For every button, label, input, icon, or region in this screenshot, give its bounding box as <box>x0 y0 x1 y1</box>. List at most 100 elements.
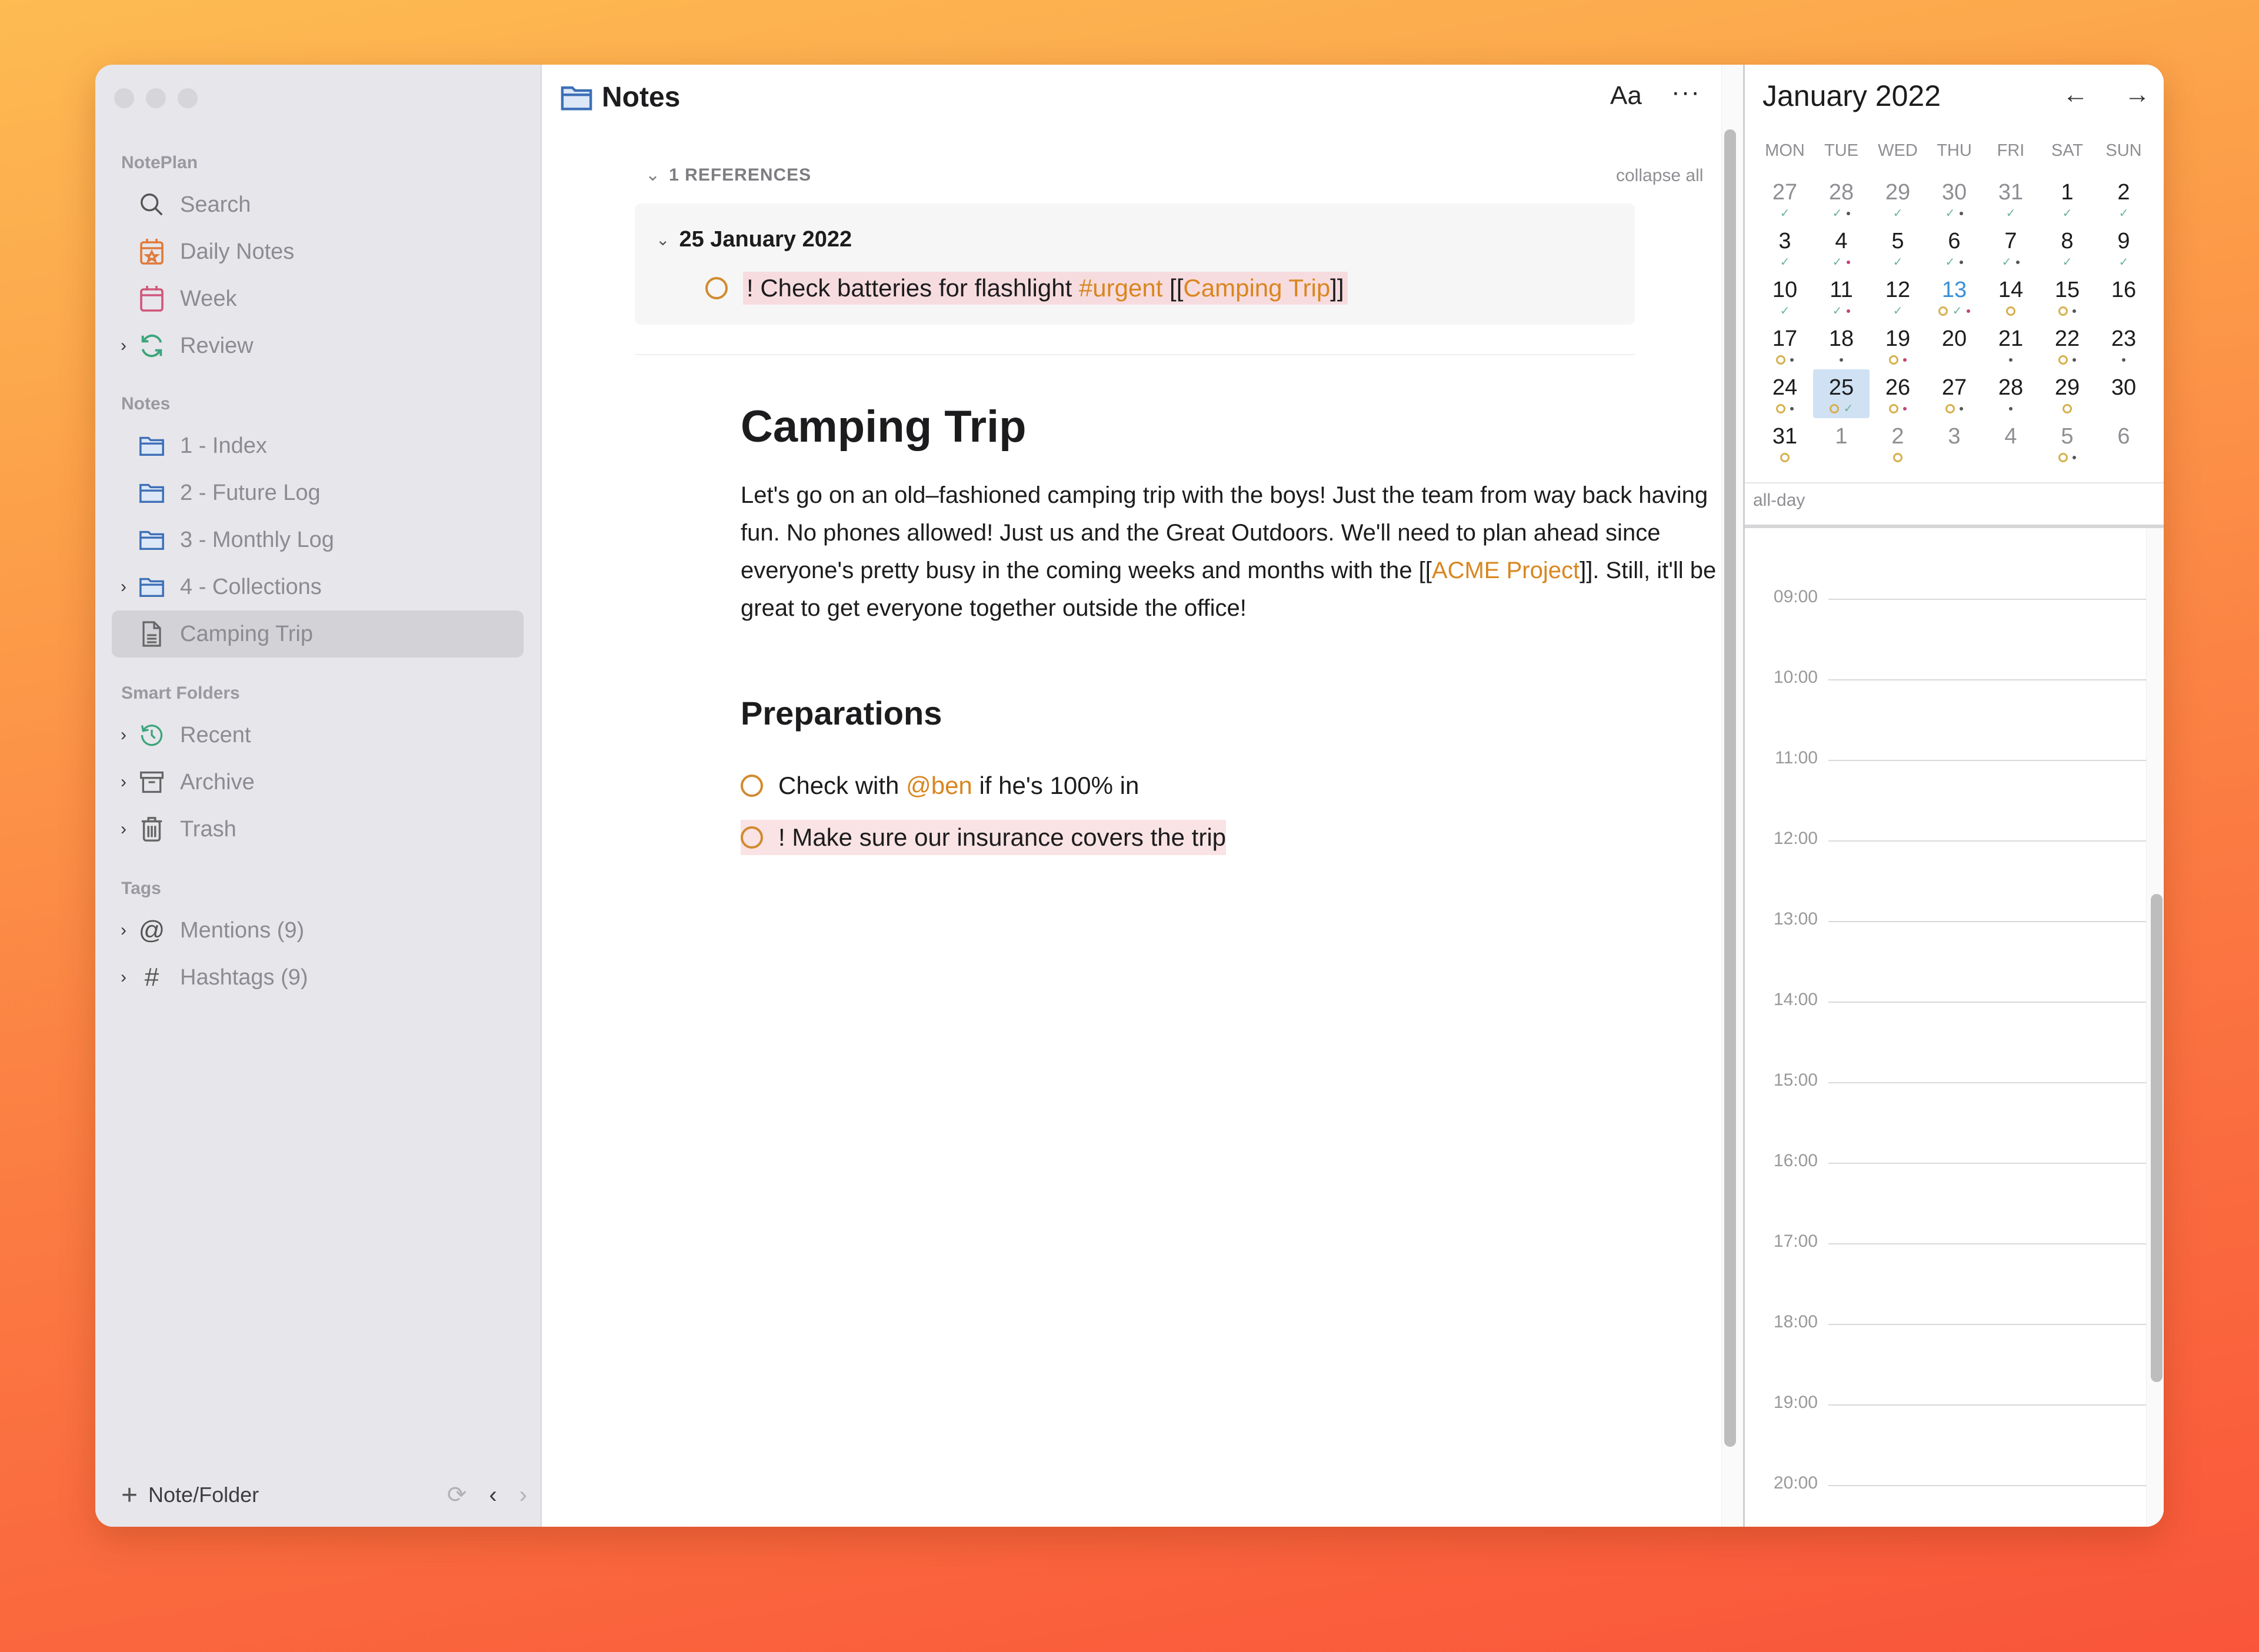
chevron-right-icon[interactable]: › <box>112 819 135 839</box>
calendar-day[interactable]: 19 <box>1870 321 1926 369</box>
sidebar-item-week[interactable]: Week <box>112 275 524 322</box>
calendar-day[interactable]: 5 ✓ <box>1870 223 1926 272</box>
calendar-day[interactable]: 12 ✓ <box>1870 272 1926 321</box>
sidebar-item-future-log[interactable]: 2 - Future Log <box>112 469 524 516</box>
calendar-day[interactable]: 4 <box>1983 418 2039 467</box>
reference-date-toggle[interactable]: ⌄ 25 January 2022 <box>656 227 852 252</box>
calendar-day[interactable]: 29 ✓ <box>1870 174 1926 223</box>
calendar-day[interactable]: 2 ✓ <box>2095 174 2152 223</box>
day-indicators <box>1926 355 1983 365</box>
calendar-day[interactable]: 14 <box>1983 272 2039 321</box>
calendar-day[interactable]: 29 <box>2039 369 2095 418</box>
calendar-day-selected[interactable]: 25 ✓ <box>1813 369 1870 418</box>
calendar-day[interactable]: 23 <box>2095 321 2152 369</box>
task-checkbox[interactable] <box>705 277 728 299</box>
calendar-day[interactable]: 7 ✓ <box>1983 223 2039 272</box>
chevron-right-icon[interactable]: › <box>112 725 135 745</box>
section-heading[interactable]: Preparations <box>741 694 942 732</box>
calendar-day[interactable]: 30 ✓ <box>1926 174 1983 223</box>
task-text[interactable]: Check with @ben if he's 100% in <box>778 768 1139 803</box>
sidebar-item-search[interactable]: Search <box>112 181 524 228</box>
calendar-day[interactable]: 2 <box>1870 418 1926 467</box>
calendar-day[interactable]: 10 ✓ <box>1757 272 1813 321</box>
done-task-indicator-icon: ✓ <box>1832 305 1842 318</box>
calendar-day-today[interactable]: 13 ✓ <box>1926 272 1983 321</box>
calendar-day[interactable]: 31 <box>1757 418 1813 467</box>
calendar-day[interactable]: 28 <box>1983 369 2039 418</box>
day-number: 27 <box>1772 180 1798 205</box>
zoom-window-button[interactable] <box>178 88 198 108</box>
calendar-day[interactable]: 26 <box>1870 369 1926 418</box>
sidebar-item-hashtags[interactable]: › # Hashtags (9) <box>112 954 524 1001</box>
note-title[interactable]: Camping Trip <box>741 401 1027 452</box>
sidebar-item-review[interactable]: › Review <box>112 322 524 369</box>
back-button[interactable]: ‹ <box>489 1482 497 1509</box>
chevron-right-icon[interactable]: › <box>112 336 135 356</box>
sidebar-item-daily-notes[interactable]: Daily Notes <box>112 228 524 275</box>
references-toggle[interactable]: ⌄ 1 REFERENCES <box>645 165 811 185</box>
calendar-day[interactable]: 1 <box>1813 418 1870 467</box>
task-text[interactable]: ! Make sure our insurance covers the tri… <box>778 820 1226 855</box>
chevron-right-icon[interactable]: › <box>112 772 135 792</box>
sidebar-item-recent[interactable]: › Recent <box>112 712 524 759</box>
task-text[interactable]: ! Check batteries for flashlight #urgent… <box>743 272 1348 305</box>
calendar-day[interactable]: 21 <box>1983 321 2039 369</box>
calendar-day[interactable]: 20 <box>1926 321 1983 369</box>
mention-link[interactable]: @ben <box>906 772 972 799</box>
note-link[interactable]: ACME Project <box>1432 558 1580 583</box>
editor-scrollbar-thumb[interactable] <box>1724 129 1736 1447</box>
note-link[interactable]: Camping Trip <box>1183 274 1330 302</box>
calendar-day[interactable]: 31 ✓ <box>1983 174 2039 223</box>
calendar-day[interactable]: 22 <box>2039 321 2095 369</box>
calendar-day[interactable]: 4 ✓ <box>1813 223 1870 272</box>
calendar-day[interactable]: 17 <box>1757 321 1813 369</box>
calendar-day[interactable]: 18 <box>1813 321 1870 369</box>
calendar-day[interactable]: 5 <box>2039 418 2095 467</box>
calendar-scrollbar-thumb[interactable] <box>2151 894 2163 1382</box>
task-checkbox[interactable] <box>741 775 763 797</box>
note-paragraph[interactable]: Let's go on an old–fashioned camping tri… <box>741 476 1717 627</box>
calendar-day[interactable]: 27 ✓ <box>1757 174 1813 223</box>
note-dot-indicator-icon <box>1847 261 1851 264</box>
calendar-day[interactable]: 30 <box>2095 369 2152 418</box>
chevron-right-icon[interactable]: › <box>112 577 135 597</box>
minimize-window-button[interactable] <box>146 88 166 108</box>
plus-icon[interactable]: + <box>121 1479 138 1511</box>
chevron-right-icon[interactable]: › <box>112 967 135 987</box>
sidebar-item-trash[interactable]: › Trash <box>112 806 524 853</box>
calendar-day[interactable]: 16 <box>2095 272 2152 321</box>
hashtag-link[interactable]: #urgent <box>1079 274 1162 302</box>
sidebar-item-collections[interactable]: › 4 - Collections <box>112 563 524 610</box>
chevron-right-icon[interactable]: › <box>112 920 135 940</box>
calendar-day[interactable]: 6 <box>2095 418 2152 467</box>
calendar-day[interactable]: 15 <box>2039 272 2095 321</box>
previous-month-button[interactable]: ← <box>2063 80 2088 109</box>
forward-button[interactable]: › <box>519 1482 527 1509</box>
sidebar-item-mentions[interactable]: › @ Mentions (9) <box>112 907 524 954</box>
calendar-day[interactable]: 9 ✓ <box>2095 223 2152 272</box>
task-checkbox[interactable] <box>741 826 763 849</box>
calendar-day[interactable]: 24 <box>1757 369 1813 418</box>
sidebar-item-archive[interactable]: › Archive <box>112 759 524 806</box>
sync-icon[interactable]: ⟳ <box>447 1481 467 1509</box>
sidebar-item-camping-trip[interactable]: Camping Trip <box>112 610 524 658</box>
calendar-day[interactable]: 6 ✓ <box>1926 223 1983 272</box>
day-timeline[interactable]: 09:00 10:00 11:00 12:00 13:00 14:00 15:00 16:00… <box>1745 528 2164 1527</box>
sidebar-item-index[interactable]: 1 - Index <box>112 422 524 469</box>
font-settings-button[interactable]: Aa <box>1610 81 1642 111</box>
close-window-button[interactable] <box>114 88 134 108</box>
new-note-folder-button[interactable]: Note/Folder <box>148 1483 259 1507</box>
calendar-day[interactable]: 8 ✓ <box>2039 223 2095 272</box>
calendar-day[interactable]: 11 ✓ <box>1813 272 1870 321</box>
sidebar-item-monthly-log[interactable]: 3 - Monthly Log <box>112 516 524 563</box>
next-month-button[interactable]: → <box>2124 80 2150 109</box>
collapse-all-button[interactable]: collapse all <box>1616 166 1703 186</box>
calendar-day[interactable]: 3 ✓ <box>1757 223 1813 272</box>
calendar-day[interactable]: 1 ✓ <box>2039 174 2095 223</box>
more-options-button[interactable]: ··· <box>1671 78 1701 107</box>
calendar-day[interactable]: 3 <box>1926 418 1983 467</box>
day-number: 3 <box>1948 424 1961 449</box>
calendar-day[interactable]: 28 ✓ <box>1813 174 1870 223</box>
calendar-day[interactable]: 27 <box>1926 369 1983 418</box>
reference-date[interactable]: 25 January 2022 <box>679 227 852 252</box>
